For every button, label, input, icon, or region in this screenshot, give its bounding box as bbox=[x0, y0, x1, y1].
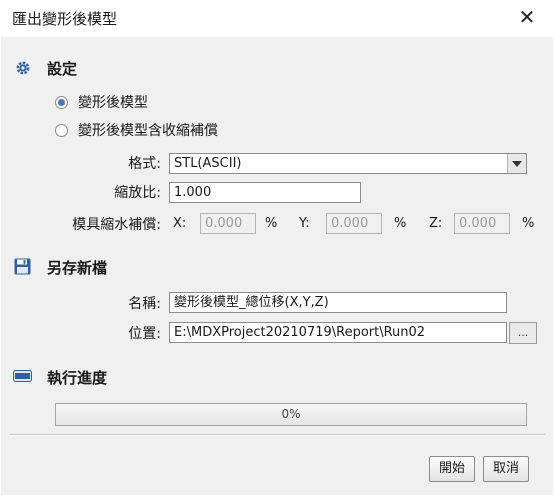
radio-label: 變形後模型 bbox=[78, 95, 148, 111]
start-button[interactable]: 開始 bbox=[429, 456, 475, 482]
chevron-down-icon[interactable] bbox=[507, 154, 526, 173]
z-label: Z: bbox=[429, 216, 443, 231]
name-label: 名稱: bbox=[128, 296, 161, 312]
x-input[interactable]: 0.000 bbox=[200, 213, 256, 234]
format-label: 格式: bbox=[128, 156, 161, 172]
y-input[interactable]: 0.000 bbox=[326, 213, 382, 234]
floppy-disk-icon bbox=[14, 258, 31, 275]
dialog-body: 設定 變形後模型 變形後模型含收縮補償 格式: STL(ASCII) 縮放比: … bbox=[1, 37, 553, 495]
format-select[interactable]: STL(ASCII) bbox=[169, 153, 527, 174]
cancel-button[interactable]: 取消 bbox=[483, 456, 529, 482]
radio-button[interactable] bbox=[55, 123, 68, 137]
radio-button-selected[interactable] bbox=[55, 95, 68, 109]
x-percent: % bbox=[265, 216, 278, 231]
progress-section-title: 執行進度 bbox=[47, 369, 108, 387]
y-percent: % bbox=[394, 216, 407, 231]
settings-section-title: 設定 bbox=[47, 60, 78, 78]
gear-icon bbox=[16, 61, 30, 75]
x-label: X: bbox=[173, 216, 187, 231]
progress-label: 0% bbox=[281, 407, 301, 421]
save-section-title: 另存新檔 bbox=[47, 259, 108, 277]
shrink-compensation-label: 模具縮水補償: bbox=[72, 217, 161, 233]
radio-deformed-model-shrink[interactable]: 變形後模型含收縮補償 bbox=[55, 120, 218, 140]
z-input[interactable]: 0.000 bbox=[454, 213, 510, 234]
progress-bar-icon bbox=[13, 370, 32, 382]
radio-deformed-model[interactable]: 變形後模型 bbox=[55, 92, 148, 112]
location-input[interactable]: E:\MDXProject20210719\Report\Run02 bbox=[169, 322, 507, 343]
close-icon[interactable]: ✕ bbox=[512, 4, 542, 30]
z-percent: % bbox=[522, 216, 535, 231]
window-title: 匯出變形後模型 bbox=[12, 10, 118, 28]
browse-button[interactable]: ... bbox=[509, 322, 537, 344]
format-value: STL(ASCII) bbox=[174, 156, 242, 171]
title-bar: 匯出變形後模型 ✕ bbox=[0, 0, 554, 36]
location-label: 位置: bbox=[128, 326, 161, 342]
scale-input[interactable]: 1.000 bbox=[169, 182, 361, 203]
y-label: Y: bbox=[299, 216, 310, 231]
name-input[interactable]: 變形後模型_總位移(X,Y,Z) bbox=[169, 292, 507, 313]
radio-label: 變形後模型含收縮補償 bbox=[78, 123, 218, 139]
progress-bar: 0% bbox=[55, 403, 527, 426]
scale-label: 縮放比: bbox=[114, 185, 161, 201]
divider bbox=[9, 434, 545, 436]
